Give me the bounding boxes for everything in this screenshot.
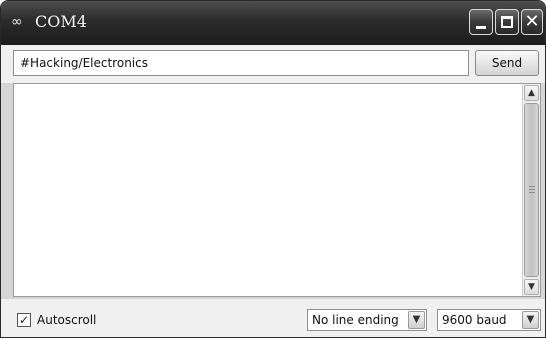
send-button[interactable]: Send	[475, 50, 539, 76]
close-button[interactable]: ✕	[521, 9, 543, 35]
baud-rate-select[interactable]: 9600 baud ▼	[437, 309, 541, 331]
grip-icon	[529, 186, 535, 193]
infinity-icon: ∞	[11, 14, 23, 30]
bottom-bar: ✓ Autoscroll No line ending ▼ 9600 baud …	[1, 299, 545, 337]
scroll-thumb[interactable]	[524, 103, 539, 277]
output-text	[18, 88, 518, 292]
serial-monitor-window: ∞ COM4 ✕ Send ▲ ▼ ✓	[0, 0, 546, 338]
vertical-scrollbar[interactable]: ▲ ▼	[522, 84, 540, 296]
chevron-down-icon[interactable]: ▼	[522, 311, 539, 329]
chevron-down-icon[interactable]: ▼	[408, 311, 425, 329]
autoscroll-label: Autoscroll	[37, 313, 97, 327]
send-row: Send	[1, 45, 545, 83]
autoscroll-checkbox[interactable]: ✓	[17, 313, 31, 327]
minimize-button[interactable]	[469, 9, 493, 35]
chevron-down-icon: ▼	[528, 282, 535, 292]
minimize-icon	[476, 26, 486, 29]
baud-rate-value: 9600 baud	[442, 313, 507, 327]
chevron-up-icon: ▲	[528, 88, 535, 98]
maximize-icon	[501, 16, 513, 28]
check-icon: ✓	[18, 313, 30, 327]
close-icon: ✕	[524, 11, 540, 32]
line-ending-select[interactable]: No line ending ▼	[307, 309, 427, 331]
serial-output[interactable]: ▲ ▼	[13, 83, 541, 297]
window-title: COM4	[35, 12, 87, 31]
serial-input[interactable]	[13, 50, 469, 76]
title-bar[interactable]: ∞ COM4 ✕	[1, 1, 545, 45]
scroll-down-button[interactable]: ▼	[524, 279, 539, 295]
scroll-up-button[interactable]: ▲	[524, 85, 539, 101]
line-ending-value: No line ending	[312, 313, 399, 327]
maximize-button[interactable]	[495, 9, 519, 35]
